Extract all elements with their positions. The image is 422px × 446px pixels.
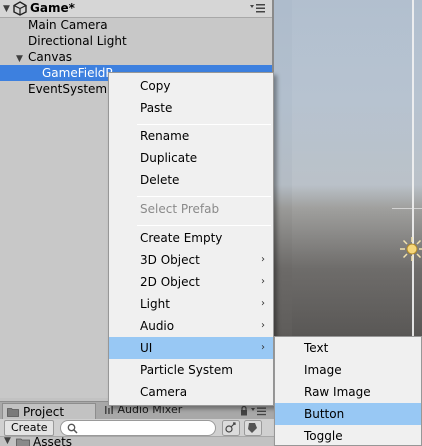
submenu-item-button[interactable]: Button <box>275 403 421 425</box>
submenu-item-label: Button <box>304 407 345 421</box>
chevron-right-icon: › <box>261 254 265 265</box>
chevron-right-icon: › <box>261 276 265 287</box>
submenu-item-label: Text <box>304 341 329 355</box>
assets-label: Assets <box>33 435 73 446</box>
menu-item-copy[interactable]: Copy <box>109 75 273 97</box>
scene-plane <box>292 0 422 336</box>
menu-item-label: Duplicate <box>140 151 198 165</box>
panel-menu-icon[interactable] <box>250 407 267 416</box>
menu-item-paste[interactable]: Paste <box>109 97 273 119</box>
menu-item-label: Copy <box>140 79 171 93</box>
tree-item-eventsystem[interactable]: EventSystem <box>28 81 107 97</box>
menu-item-light[interactable]: Light › <box>109 293 273 315</box>
submenu-item-label: Raw Image <box>304 385 371 399</box>
menu-item-label: Audio <box>140 319 175 333</box>
submenu-item-raw-image[interactable]: Raw Image <box>275 381 421 403</box>
hierarchy-header: ▼ Game* <box>0 0 272 18</box>
menu-item-2d-object[interactable]: 2D Object › <box>109 271 273 293</box>
scene-title: Game* <box>30 1 75 15</box>
create-button-label: Create <box>11 421 48 434</box>
menu-item-label: Delete <box>140 173 180 187</box>
search-icon <box>67 423 78 434</box>
tree-item-label: Directional Light <box>28 34 127 48</box>
tree-item-canvas[interactable]: ▼ Canvas <box>16 49 72 65</box>
menu-item-3d-object[interactable]: 3D Object › <box>109 249 273 271</box>
tree-item-label: EventSystem <box>28 82 108 96</box>
lock-icon[interactable] <box>240 406 248 416</box>
submenu-item-image[interactable]: Image <box>275 359 421 381</box>
menu-item-label: 2D Object <box>140 275 200 289</box>
submenu-item-label: Image <box>304 363 342 377</box>
unity-scene-icon <box>13 1 27 16</box>
tree-item-main-camera[interactable]: Main Camera <box>28 17 108 33</box>
menu-item-ui[interactable]: UI › <box>109 337 273 359</box>
menu-item-audio[interactable]: Audio › <box>109 315 273 337</box>
bookmark-icon[interactable] <box>244 420 262 436</box>
menu-item-label: Rename <box>140 129 190 143</box>
menu-item-label: Particle System <box>140 363 233 377</box>
submenu-item-label: Toggle <box>304 429 343 443</box>
tree-item-label: Main Camera <box>28 18 108 32</box>
menu-item-rename[interactable]: Rename <box>109 125 273 147</box>
menu-item-label: Light <box>140 297 170 311</box>
chevron-right-icon: › <box>261 320 265 331</box>
sun-icon[interactable] <box>399 236 422 262</box>
menu-item-label: Create Empty <box>140 231 223 245</box>
menu-item-camera[interactable]: Camera <box>109 381 273 403</box>
scene-gizmo-hline <box>392 208 422 209</box>
menu-separator <box>137 225 271 226</box>
menu-item-label: Select Prefab <box>140 202 220 216</box>
search-input[interactable] <box>60 420 216 436</box>
tab-project-label: Project <box>23 405 65 419</box>
menu-item-label: UI <box>140 341 153 355</box>
menu-item-label: 3D Object <box>140 253 200 267</box>
chevron-right-icon: › <box>261 298 265 309</box>
tree-item-directional-light[interactable]: Directional Light <box>28 33 127 49</box>
menu-item-select-prefab: Select Prefab <box>109 198 273 220</box>
menu-item-label: Camera <box>140 385 188 399</box>
folder-icon <box>16 438 30 446</box>
scene-gizmo-line <box>412 0 414 336</box>
label-icon[interactable] <box>222 420 240 436</box>
scene-view[interactable] <box>272 0 422 336</box>
menu-separator <box>137 196 271 197</box>
submenu-item-text[interactable]: Text <box>275 337 421 359</box>
tree-item-label: Canvas <box>28 50 73 64</box>
menu-item-delete[interactable]: Delete <box>109 169 273 191</box>
chevron-right-icon: › <box>261 342 265 353</box>
menu-item-particle-system[interactable]: Particle System <box>109 359 273 381</box>
scene-fold-arrow[interactable]: ▼ <box>3 4 10 14</box>
context-menu: Copy Paste Rename Duplicate Delete Selec… <box>108 72 274 406</box>
folder-icon <box>7 408 19 417</box>
ui-submenu: Text Image Raw Image Button Toggle <box>274 336 422 446</box>
audio-mixer-icon <box>105 405 113 414</box>
create-button[interactable]: Create ▾ <box>4 420 54 446</box>
submenu-item-toggle[interactable]: Toggle <box>275 425 421 445</box>
menu-item-create-empty[interactable]: Create Empty <box>109 227 273 249</box>
panel-menu-icon[interactable] <box>249 3 266 14</box>
tree-item-label: GameFieldP <box>42 66 113 80</box>
menu-item-duplicate[interactable]: Duplicate <box>109 147 273 169</box>
assets-fold-arrow[interactable]: ▼ <box>4 436 11 446</box>
menu-item-label: Paste <box>140 101 173 115</box>
